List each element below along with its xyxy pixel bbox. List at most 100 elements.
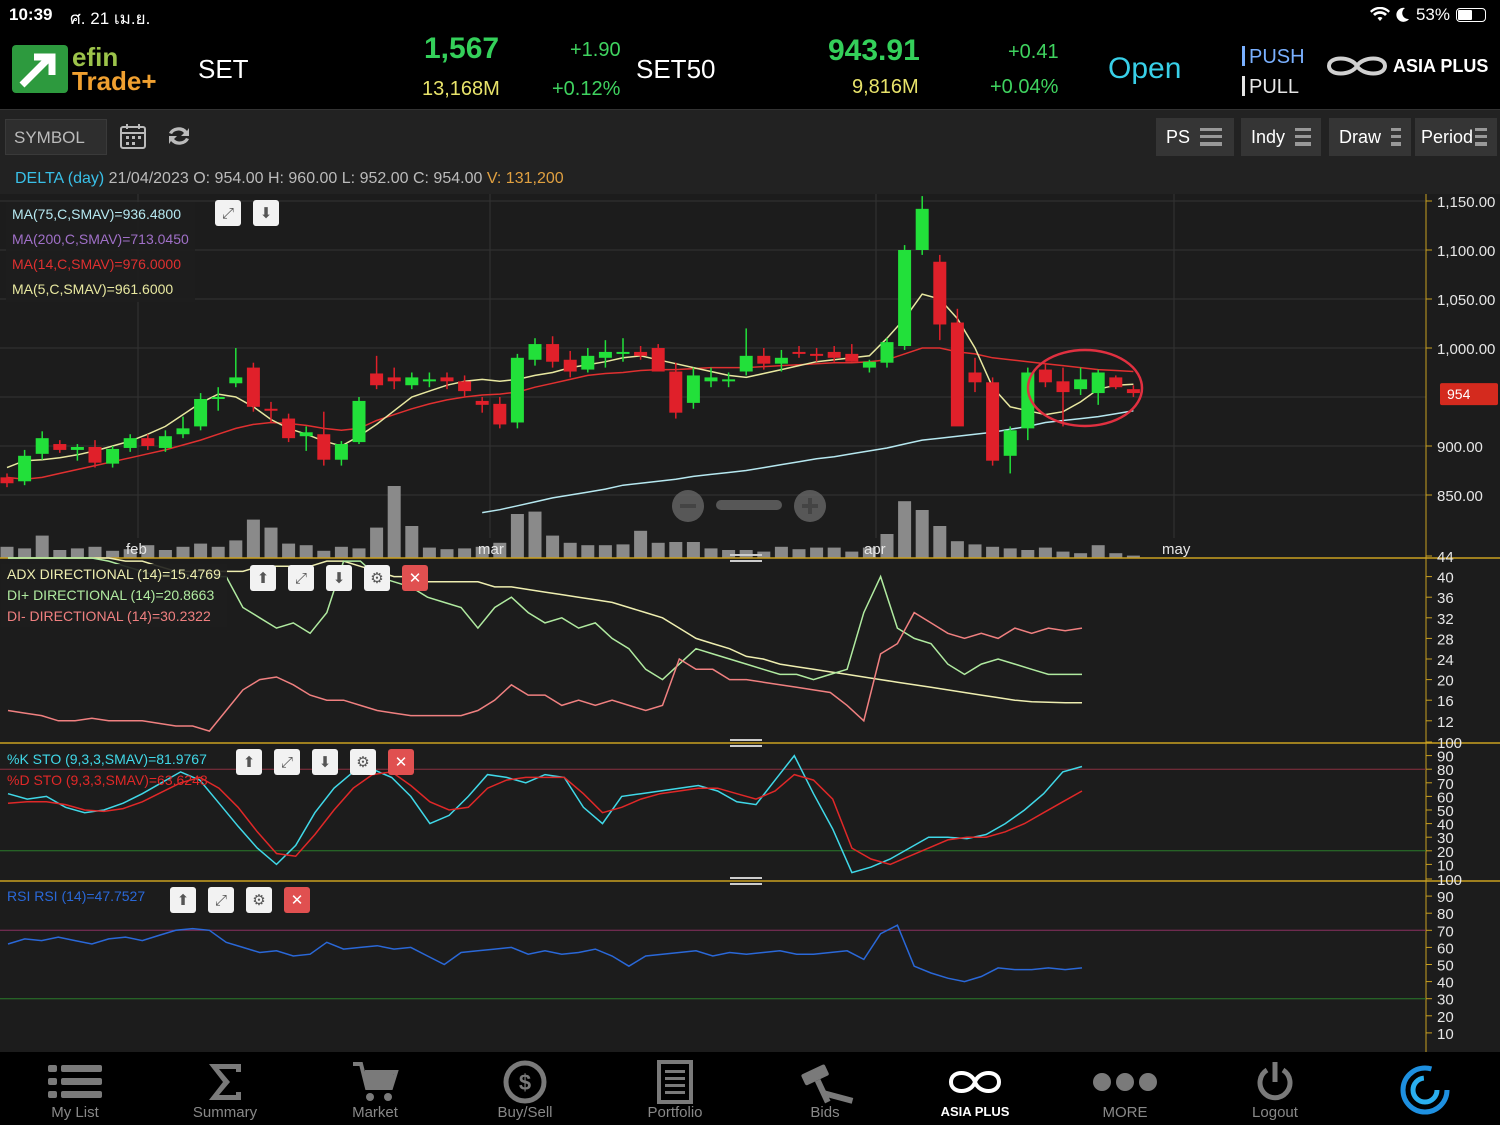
y-tick-label: 1,150.00 [1437,194,1495,211]
volume-bar [422,547,436,558]
candle-body [211,397,225,399]
volume-bar [299,545,313,558]
volume-bar [1021,550,1035,558]
move-up-icon[interactable]: ⬆ [250,565,276,591]
volume-bar [898,501,912,558]
nav-more[interactable]: MORE [1050,1052,1200,1125]
volume-bar [845,551,859,558]
volume-bar [440,549,454,558]
nav-bids[interactable]: Bids [750,1052,900,1125]
close-icon[interactable]: ✕ [388,749,414,775]
close-icon[interactable]: ✕ [284,887,310,913]
candle-body [968,372,982,383]
settings-gear-icon[interactable]: ⚙ [246,887,272,913]
y-tick-label: 36 [1437,590,1454,607]
volume-bar [1091,545,1105,558]
move-up-icon[interactable]: ⬆ [236,749,262,775]
expand-icon[interactable]: ⤢ [274,749,300,775]
expand-icon[interactable]: ⤢ [215,200,241,226]
ma5-legend: MA(5,C,SMAV)=961.6000 [12,281,174,297]
resize-handle [730,560,762,562]
volume-bar [915,510,929,558]
volume-bar [528,511,542,558]
chart-area[interactable]: 1,150.00 1,100.00 1,050.00 1,000.00 900.00 85… [0,194,1500,1052]
set-index-percent: +0.12% [552,78,621,100]
volume-bar [774,546,788,558]
move-down-icon[interactable]: ⬇ [312,749,338,775]
volume-bar [264,527,278,558]
volume-bar [933,526,947,558]
candle-body [282,418,296,439]
nav-label: MORE [1102,1104,1148,1121]
sigma-icon [150,1060,300,1104]
move-down-icon[interactable]: ⬇ [326,565,352,591]
settings-gear-icon[interactable]: ⚙ [350,749,376,775]
set50-index-change: +0.41 [1008,41,1059,63]
zoom-slider [716,500,782,510]
volume-bar [176,546,190,558]
info-symbol: DELTA (day) [15,170,105,187]
adx-legend-label: ADX DIRECTIONAL (14)=15.4769 [7,566,221,582]
status-indicators: 53% [1369,5,1486,25]
candle-body [176,428,190,435]
pull-option[interactable]: PULL [1242,72,1305,102]
nav-label: My List [51,1104,99,1121]
push-pull-toggle[interactable]: PUSH PULL [1242,42,1305,102]
expand-icon[interactable]: ⤢ [208,887,234,913]
refresh-icon[interactable] [164,121,194,151]
y-tick-label: 44 [1437,549,1454,566]
nav-portfolio[interactable]: Portfolio [600,1052,750,1125]
nav-logout[interactable]: Logout [1200,1052,1350,1125]
move-up-icon[interactable]: ⬆ [170,887,196,913]
y-tick-label: 40 [1437,570,1454,587]
volume-bar [158,550,172,558]
candle-body [299,432,313,437]
expand-icon[interactable]: ⤢ [288,565,314,591]
candle-body [422,379,436,382]
y-tick-label: 1,100.00 [1437,243,1495,260]
price-legend: MA(75,C,SMAV)=936.4800 MA(200,C,SMAV)=71… [6,202,195,302]
ps-button[interactable]: PS [1156,118,1234,156]
y-tick-label: 70 [1437,923,1454,940]
y-tick-label: 28 [1437,631,1454,648]
volume-bar [317,550,331,558]
candle-body [1091,372,1105,394]
ma200-legend: MA(200,C,SMAV)=713.0450 [12,231,189,247]
candle-body [53,444,67,450]
nav-buy-sell[interactable]: $ Buy/Sell [450,1052,600,1125]
list-icon [0,1060,150,1104]
candle-body [933,261,947,325]
rsi-line [7,924,1083,983]
volume-bar [18,548,32,558]
symbol-input[interactable]: SYMBOL [5,119,107,155]
volume-bar [669,542,683,558]
rsi-legend: RSI RSI (14)=47.7527 [1,886,151,907]
nav-market[interactable]: Market [300,1052,450,1125]
candle-body [35,438,49,454]
efin-trade-logo[interactable]: efin Trade+ [12,44,157,94]
period-button[interactable]: Period [1415,118,1497,156]
nav-asia-plus[interactable]: ASIA PLUS [900,1052,1050,1125]
move-down-icon[interactable]: ⬇ [253,200,279,226]
candle-body [862,361,876,368]
volume-bar [229,540,243,558]
nav-refresh-spinner[interactable] [1350,1052,1500,1125]
candle-body [810,353,824,356]
nav-summary[interactable]: Summary [150,1052,300,1125]
status-bar: 10:39 ศ. 21 เม.ย. 53% [0,0,1500,30]
volume-bar [634,530,648,558]
nav-my-list[interactable]: My List [0,1052,150,1125]
info-low: 952.00 [359,170,409,187]
y-tick-label: 50 [1437,958,1454,975]
push-option[interactable]: PUSH [1242,42,1305,72]
indy-button[interactable]: Indy [1241,118,1321,156]
draw-button[interactable]: Draw [1329,118,1411,156]
settings-gear-icon[interactable]: ⚙ [364,565,390,591]
volume-bar [510,514,524,558]
close-icon[interactable]: ✕ [402,565,428,591]
candle-body [598,351,612,358]
candle-body [458,381,472,392]
calendar-icon[interactable] [118,121,148,151]
candle-body [1109,377,1123,388]
volume-bar [0,546,14,558]
